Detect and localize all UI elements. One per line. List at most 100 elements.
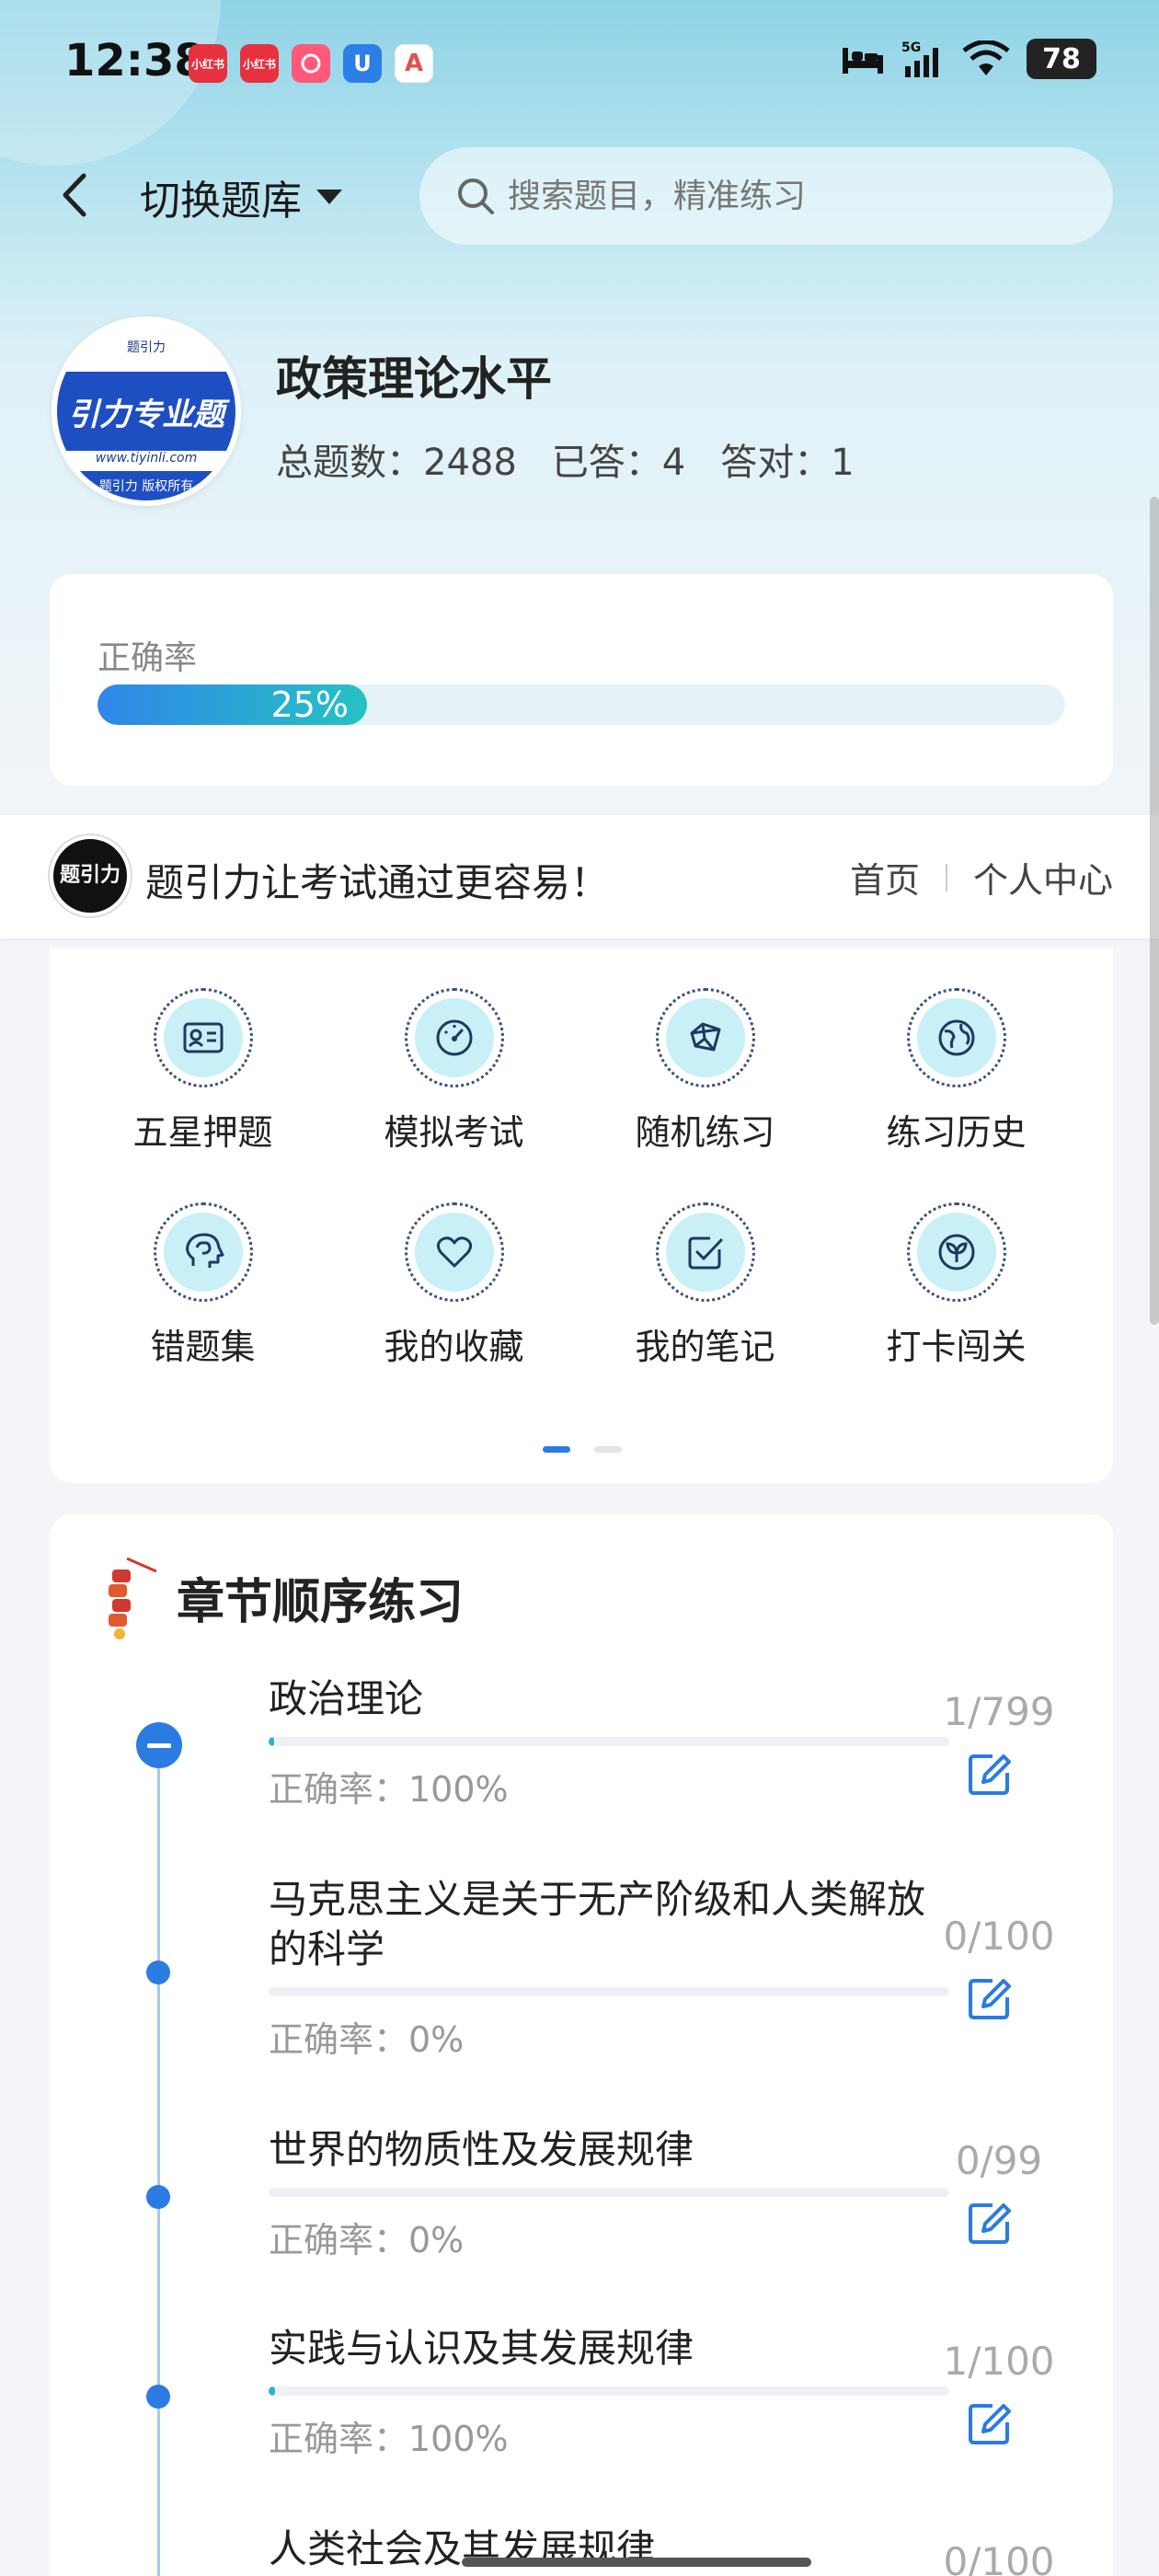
- menu-item-random-practice[interactable]: 随机练习: [580, 988, 831, 1155]
- menu-item-check-in[interactable]: 打卡闯关: [831, 1202, 1082, 1369]
- search-bar[interactable]: [419, 147, 1113, 245]
- banner-slogan: 题引力让考试通过更容易！: [145, 860, 610, 905]
- timeline-node: [146, 2185, 170, 2209]
- brand-logo: 题引力: [50, 835, 131, 916]
- timeline-node: [146, 1961, 170, 1984]
- home-indicator[interactable]: [462, 2558, 811, 2567]
- system-icons: 5G 78: [841, 39, 1096, 79]
- promo-banner: 题引力 题引力让考试通过更容易！ 首页 个人中心: [0, 815, 1159, 938]
- firecracker-icon: [109, 1557, 157, 1639]
- svg-text:5G: 5G: [901, 40, 921, 55]
- menu-pager: [543, 1446, 622, 1453]
- function-grid: 五星押题 模拟考试 随机练习 练习历史 错题集 我的收藏 我的笔记 打卡闯关: [50, 988, 1113, 1369]
- menu-item-five-star[interactable]: 五星押题: [77, 988, 328, 1155]
- menu-item-practice-history[interactable]: 练习历史: [831, 988, 1082, 1155]
- menu-item-favorites[interactable]: 我的收藏: [328, 1202, 580, 1369]
- search-input[interactable]: [508, 177, 1060, 215]
- pager-dot[interactable]: [594, 1446, 622, 1453]
- clock: 12:38: [64, 35, 205, 86]
- practice-edit-button[interactable]: [962, 2195, 1017, 2250]
- weibo-icon: [292, 44, 330, 83]
- adobe-icon: A: [395, 44, 433, 83]
- chapter-count: 0/100: [943, 1914, 1055, 1959]
- practice-edit-button[interactable]: [962, 1746, 1017, 1801]
- chapter-count: 1/799: [943, 1689, 1055, 1734]
- checkbox-icon: [688, 1236, 722, 1270]
- accuracy-percent: 25%: [270, 684, 349, 725]
- menu-label: 我的笔记: [635, 1327, 775, 1367]
- nav-home-link[interactable]: 首页: [850, 852, 920, 903]
- edit-icon: [969, 1979, 1011, 2019]
- practice-edit-button[interactable]: [962, 1971, 1017, 2026]
- menu-item-notes[interactable]: 我的笔记: [580, 1202, 831, 1369]
- question-bank-logo: 题引力 引力专业题 www.tiyinli.com 题引力 版权所有: [52, 316, 241, 506]
- xiaohongshu-icon: 小红书: [189, 44, 227, 83]
- search-icon: [458, 178, 494, 214]
- logo-url-text: www.tiyinli.com: [57, 451, 235, 471]
- chapter-section-header: 章节顺序练习: [99, 1551, 464, 1643]
- chapter-progress-bar: [269, 1987, 949, 1996]
- chapter-accuracy: 正确率：100%: [269, 2419, 509, 2459]
- edit-icon: [969, 2203, 1011, 2244]
- edit-icon: [969, 2404, 1011, 2444]
- switch-bank-label: 切换题库: [140, 178, 302, 224]
- chapter-item[interactable]: 政治理论 正确率：100%: [269, 1674, 949, 1811]
- chapter-section-title: 章节顺序练习: [177, 1574, 465, 1630]
- question-stats: 总题数：2488 已答：4 答对：1: [276, 432, 855, 486]
- chapter-accuracy: 正确率：0%: [269, 2220, 465, 2260]
- chapter-accuracy: 正确率：0%: [269, 2019, 465, 2060]
- switch-question-bank-button[interactable]: 切换题库: [140, 167, 344, 226]
- chapter-item[interactable]: 马克思主义是关于无产阶级和人类解放的科学 正确率：0%: [269, 1875, 949, 2062]
- banner-nav: 首页 个人中心: [850, 852, 1113, 903]
- timeline-line: [157, 1744, 160, 2576]
- practice-edit-button[interactable]: [962, 2396, 1017, 2451]
- notification-icons: 小红书 小红书 U A: [189, 44, 433, 83]
- menu-label: 练习历史: [886, 1112, 1027, 1153]
- caret-down-icon: [316, 190, 342, 204]
- menu-label: 错题集: [150, 1327, 256, 1367]
- accuracy-label: 正确率: [98, 639, 198, 677]
- menu-label: 模拟考试: [384, 1112, 524, 1153]
- menu-label: 随机练习: [635, 1112, 775, 1153]
- chapter-title: 政治理论: [269, 1676, 424, 1721]
- edit-icon: [969, 1754, 1011, 1795]
- correct-count: 答对：1: [720, 442, 855, 484]
- chapter-item[interactable]: 实践与认识及其发展规律 正确率：100%: [269, 2324, 949, 2461]
- scrollbar[interactable]: [1150, 497, 1159, 1325]
- signal-icon: 5G: [901, 40, 938, 77]
- u-app-icon: U: [343, 44, 382, 83]
- timeline-node: [146, 2385, 170, 2409]
- chapter-progress-fill: [269, 1737, 274, 1746]
- back-button[interactable]: [51, 166, 97, 224]
- accuracy-progress-bar: 25%: [98, 684, 1065, 725]
- chapter-progress-bar: [269, 2386, 949, 2396]
- chapter-progress-bar: [269, 1737, 949, 1746]
- answered-count: 已答：4: [551, 442, 686, 484]
- menu-item-mock-exam[interactable]: 模拟考试: [328, 988, 580, 1155]
- chapter-practice-card: 章节顺序练习 政治理论 正确率：100% 1/799 马克思主义是关于无产阶级和…: [50, 1514, 1113, 2576]
- chapter-title: 世界的物质性及发展规律: [269, 2127, 694, 2172]
- sprout-icon: [938, 1234, 974, 1271]
- total-count: 总题数：2488: [276, 442, 517, 484]
- collapse-chapter-button[interactable]: [136, 1722, 182, 1768]
- logo-main-text: 引力专业题: [57, 372, 235, 451]
- chapter-title: 马克思主义是关于无产阶级和人类解放的科学: [269, 1877, 926, 1972]
- menu-label: 打卡闯关: [886, 1327, 1027, 1367]
- chapter-progress-bar: [269, 2188, 949, 2197]
- chapter-accuracy: 正确率：100%: [269, 1769, 509, 1810]
- id-card-icon: [183, 1022, 223, 1053]
- menu-item-wrong-questions[interactable]: 错题集: [77, 1202, 328, 1369]
- chapter-item[interactable]: 世界的物质性及发展规律 正确率：0%: [269, 2125, 949, 2262]
- pager-dot-active[interactable]: [543, 1446, 570, 1453]
- nav-divider: [945, 863, 947, 891]
- battery-indicator: 78: [1027, 39, 1096, 79]
- wifi-icon: [962, 40, 1010, 75]
- bed-icon: [843, 48, 883, 74]
- chapter-count: 1/100: [943, 2339, 1055, 2384]
- function-menu-card: 五星押题 模拟考试 随机练习 练习历史 错题集 我的收藏 我的笔记 打卡闯关: [50, 948, 1113, 1483]
- nav-profile-link[interactable]: 个人中心: [973, 852, 1113, 903]
- network-icon: [690, 1022, 720, 1052]
- chevron-left-icon: [63, 173, 86, 217]
- question-bank-title: 政策理论水平: [276, 352, 552, 406]
- heart-icon: [436, 1236, 472, 1268]
